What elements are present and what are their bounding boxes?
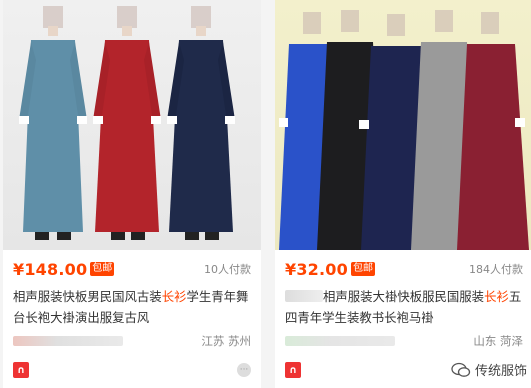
free-shipping-badge: 包邮 bbox=[350, 262, 375, 276]
product-image[interactable] bbox=[3, 0, 261, 250]
price: ¥32.00 bbox=[285, 259, 348, 279]
product-card[interactable]: ¥32.00 包邮 184人付款 相声服装大褂快板服民国服装长衫五四青年学生装教… bbox=[275, 0, 531, 388]
shop-location: 江苏 苏州 bbox=[201, 334, 251, 348]
product-image[interactable] bbox=[275, 0, 531, 250]
product-title[interactable]: 相声服装快板男民国风古装长衫学生青年舞台长袍大褂演出服复古风 bbox=[13, 286, 253, 328]
more-options-icon[interactable]: ··· bbox=[237, 363, 251, 377]
shop-name-blurred[interactable] bbox=[13, 336, 123, 346]
sales-count: 10人付款 bbox=[204, 263, 251, 276]
product-title[interactable]: 相声服装大褂快板服民国服装长衫五四青年学生装教书长袍马褂 bbox=[285, 286, 525, 328]
price: ¥148.00 bbox=[13, 259, 88, 279]
free-shipping-badge: 包邮 bbox=[90, 262, 115, 276]
product-grid: ¥148.00 包邮 10人付款 相声服装快板男民国风古装长衫学生青年舞台长袍大… bbox=[0, 0, 531, 388]
watermark-text: 传统服饰 bbox=[474, 364, 527, 379]
wechat-icon bbox=[451, 362, 471, 377]
shop-row: 江苏 苏州 bbox=[13, 331, 251, 351]
shop-row: 山东 菏泽 bbox=[285, 331, 523, 351]
product-photo-robes bbox=[279, 10, 529, 250]
sales-count: 184人付款 bbox=[469, 263, 523, 276]
tmall-shop-icon: ∩ bbox=[13, 362, 29, 378]
card-footer: ∩ ··· bbox=[13, 360, 251, 380]
title-prefix: 相声服装大褂快板服民国服装 bbox=[323, 289, 485, 304]
title-highlight: 长衫 bbox=[484, 289, 509, 304]
product-card[interactable]: ¥148.00 包邮 10人付款 相声服装快板男民国风古装长衫学生青年舞台长袍大… bbox=[3, 0, 261, 388]
price-row: ¥148.00 包邮 10人付款 bbox=[13, 258, 251, 280]
shop-location: 山东 菏泽 bbox=[473, 334, 523, 348]
title-prefix: 相声服装快板男民国风古装 bbox=[13, 289, 162, 304]
product-photo-robes bbox=[19, 6, 235, 240]
shop-name-blurred[interactable] bbox=[285, 336, 395, 346]
title-highlight: 长衫 bbox=[161, 289, 187, 304]
title-blurred-prefix bbox=[285, 290, 323, 302]
watermark: 传统服饰 bbox=[451, 360, 527, 379]
price-row: ¥32.00 包邮 184人付款 bbox=[285, 258, 523, 280]
tmall-shop-icon: ∩ bbox=[285, 362, 301, 378]
